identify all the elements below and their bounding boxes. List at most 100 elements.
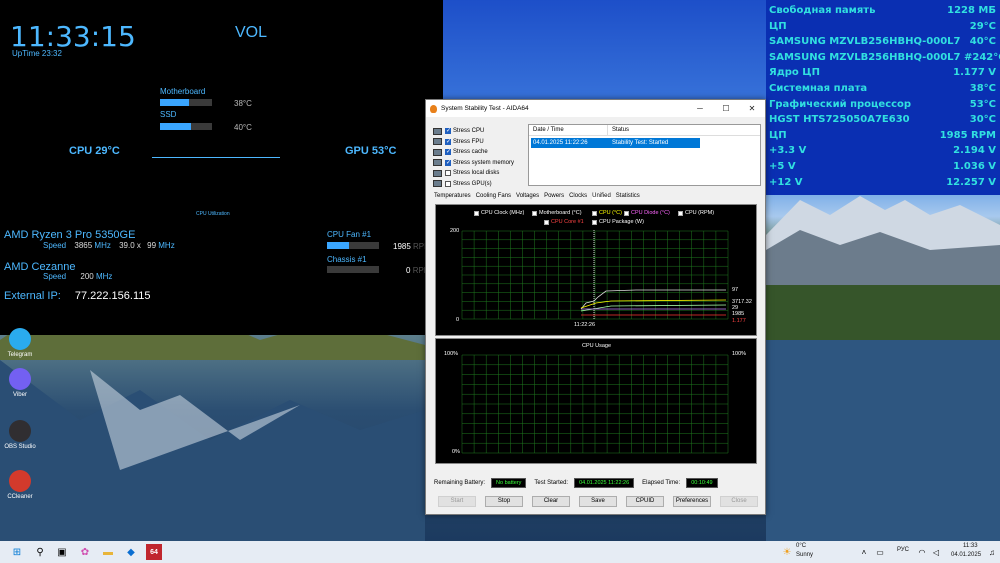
stress-options: Stress CPU Stress FPU Stress cache Stress s…	[433, 126, 514, 189]
col-status[interactable]: Status	[608, 125, 629, 135]
legend-cpu-clock[interactable]: CPU Clock (MHz)	[474, 210, 524, 216]
maximize-icon[interactable]: ☐	[713, 104, 739, 113]
desktop-icon[interactable]: Telegram	[0, 328, 40, 358]
sensor-row: Свободная память 1228 МБ	[769, 3, 996, 19]
cpu-speed-value: 3865	[74, 241, 93, 250]
volume-label[interactable]: VOL	[235, 24, 267, 42]
stress-option[interactable]: Stress GPU(s)	[433, 179, 514, 190]
legend-cpu-rpm[interactable]: CPU (RPM)	[678, 210, 714, 216]
unified-graph: CPU Clock (MHz) Motherboard (°C) CPU (°C…	[435, 204, 757, 336]
sensor-row: HGST HTS725050A7E630 30°C	[769, 112, 996, 128]
cpu-usage-title: CPU Usage	[582, 343, 612, 349]
sensor-name: SAMSUNG MZVLB256HBHQ-000L7	[769, 36, 961, 48]
store-icon[interactable]: ◆	[123, 544, 139, 560]
aida64-taskbar-icon[interactable]: 64	[146, 544, 162, 560]
sensor-value: 1.036 V	[953, 160, 996, 172]
checkbox[interactable]	[445, 180, 451, 187]
stress-option[interactable]: Stress local disks	[433, 168, 514, 179]
cpu-graph-line	[152, 157, 280, 158]
desktop-icon-label: CCleaner	[7, 494, 33, 500]
device-icon	[433, 127, 442, 135]
ssd-bar	[160, 123, 212, 130]
stress-option-label: Stress CPU	[453, 128, 485, 135]
checkbox[interactable]	[445, 127, 451, 135]
stress-option[interactable]: Stress cache	[433, 147, 514, 158]
gpu-speed-value: 200	[80, 272, 94, 281]
tab-clocks[interactable]: Clocks	[569, 193, 587, 200]
checkbox[interactable]	[445, 148, 451, 156]
network-icon[interactable]: ▭	[872, 544, 888, 560]
system-monitor-widget: 11:33:15 UpTime 23:32 VOL Motherboard 38…	[0, 0, 443, 335]
start-button[interactable]: Start	[438, 496, 476, 507]
desktop-icon[interactable]: Viber	[0, 368, 40, 398]
external-ip-label: External IP:	[4, 290, 61, 302]
desktop-icon[interactable]: OBS Studio	[0, 420, 40, 450]
notification-bell-icon[interactable]: ♫	[984, 544, 1000, 560]
window-titlebar[interactable]: System Stability Test - AIDA64 ─ ☐ ✕	[426, 100, 765, 117]
close-button[interactable]: Close	[720, 496, 758, 507]
gpu-speed-label: Speed	[43, 272, 67, 281]
sensor-value: 38°C	[969, 82, 996, 94]
sensor-row: ЦП 29°C	[769, 19, 996, 35]
file-explorer-icon[interactable]: ▬	[100, 544, 116, 560]
cpu-speed-label: Speed	[43, 241, 67, 250]
search-icon[interactable]: ⚲	[32, 544, 48, 560]
aida64-stability-window[interactable]: System Stability Test - AIDA64 ─ ☐ ✕ Str…	[425, 99, 766, 515]
tab-powers[interactable]: Powers	[544, 193, 564, 200]
checkbox[interactable]	[445, 159, 451, 166]
copilot-icon[interactable]: ✿	[77, 544, 93, 560]
cpuid-button[interactable]: CPUID	[626, 496, 664, 507]
legend-cpu-core[interactable]: CPU Core #1	[544, 219, 584, 225]
tab-temperatures[interactable]: Temperatures	[434, 193, 471, 200]
sensor-name: ЦП	[769, 129, 787, 141]
stress-option-label: Stress GPU(s)	[453, 180, 492, 187]
status-bar: Remaining Battery: No battery Test Start…	[434, 476, 760, 490]
close-icon[interactable]: ✕	[739, 104, 765, 113]
clear-button[interactable]: Clear	[532, 496, 570, 507]
legend-cpu-temp[interactable]: CPU (°C)	[592, 210, 622, 216]
desktop-icon[interactable]: CCleaner	[0, 470, 40, 500]
cpu-usage-top-right: 100%	[732, 351, 747, 357]
stress-option[interactable]: Stress FPU	[433, 137, 514, 148]
tab-statistics[interactable]: Statistics	[616, 193, 640, 200]
device-icon	[433, 138, 442, 146]
sensor-name: SAMSUNG MZVLB256HBHQ-000L7 #2	[769, 51, 980, 63]
cpu-usage-top-left: 100%	[444, 351, 459, 357]
tab-unified[interactable]: Unified	[592, 193, 611, 200]
windows-start-icon[interactable]: ⊞	[9, 544, 25, 560]
legend-cpu-diode[interactable]: CPU Diode (°C)	[624, 210, 670, 216]
language-indicator[interactable]: РУС	[897, 547, 909, 563]
volume-icon[interactable]: ◁	[928, 544, 944, 560]
legend-cpu-package[interactable]: CPU Package (W)	[592, 219, 644, 225]
sensor-panel: Свободная память 1228 МБ ЦП 29°C SAMSUNG MZV…	[766, 0, 1000, 195]
taskbar-date[interactable]: 04.01.2025	[951, 552, 981, 563]
save-button[interactable]: Save	[579, 496, 617, 507]
sensor-name: Свободная память	[769, 5, 876, 16]
legend-motherboard[interactable]: Motherboard (°C)	[532, 210, 582, 216]
weather-text[interactable]: Sunny	[796, 552, 813, 563]
sensor-row: SAMSUNG MZVLB256HBHQ-000L7 #242°C	[769, 50, 1000, 66]
row-status: Stability Test: Started	[612, 140, 669, 146]
tab-cooling-fans[interactable]: Cooling Fans	[476, 193, 511, 200]
stop-button[interactable]: Stop	[485, 496, 523, 507]
sensor-name: Системная плата	[769, 82, 868, 94]
row-date: 04.01.2025 11:22:26	[533, 140, 588, 146]
cpu-fan-rpm: 1985	[393, 242, 411, 251]
weather-icon[interactable]: ☀	[779, 544, 795, 560]
minimize-icon[interactable]: ─	[687, 104, 713, 113]
status-table[interactable]: Date / Time Status 04.01.2025 11:22:26 S…	[528, 124, 761, 186]
graph1-top-label: 200	[450, 228, 460, 234]
col-date-time[interactable]: Date / Time	[529, 125, 608, 135]
preferences-button[interactable]: Preferences	[673, 496, 711, 507]
table-row[interactable]: 04.01.2025 11:22:26 Stability Test: Star…	[531, 138, 700, 148]
chevron-up-icon[interactable]: ˄	[856, 544, 872, 560]
tab-voltages[interactable]: Voltages	[516, 193, 539, 200]
stress-option[interactable]: Stress system memory	[433, 158, 514, 169]
task-view-icon[interactable]: ▣	[54, 544, 70, 560]
stress-option[interactable]: Stress CPU	[433, 126, 514, 137]
checkbox[interactable]	[445, 170, 451, 177]
checkbox[interactable]	[445, 138, 451, 145]
elapsed-label: Elapsed Time:	[642, 480, 681, 486]
motherboard-label: Motherboard	[160, 87, 206, 96]
cpu-temp-label: CPU 29°C	[69, 145, 120, 157]
